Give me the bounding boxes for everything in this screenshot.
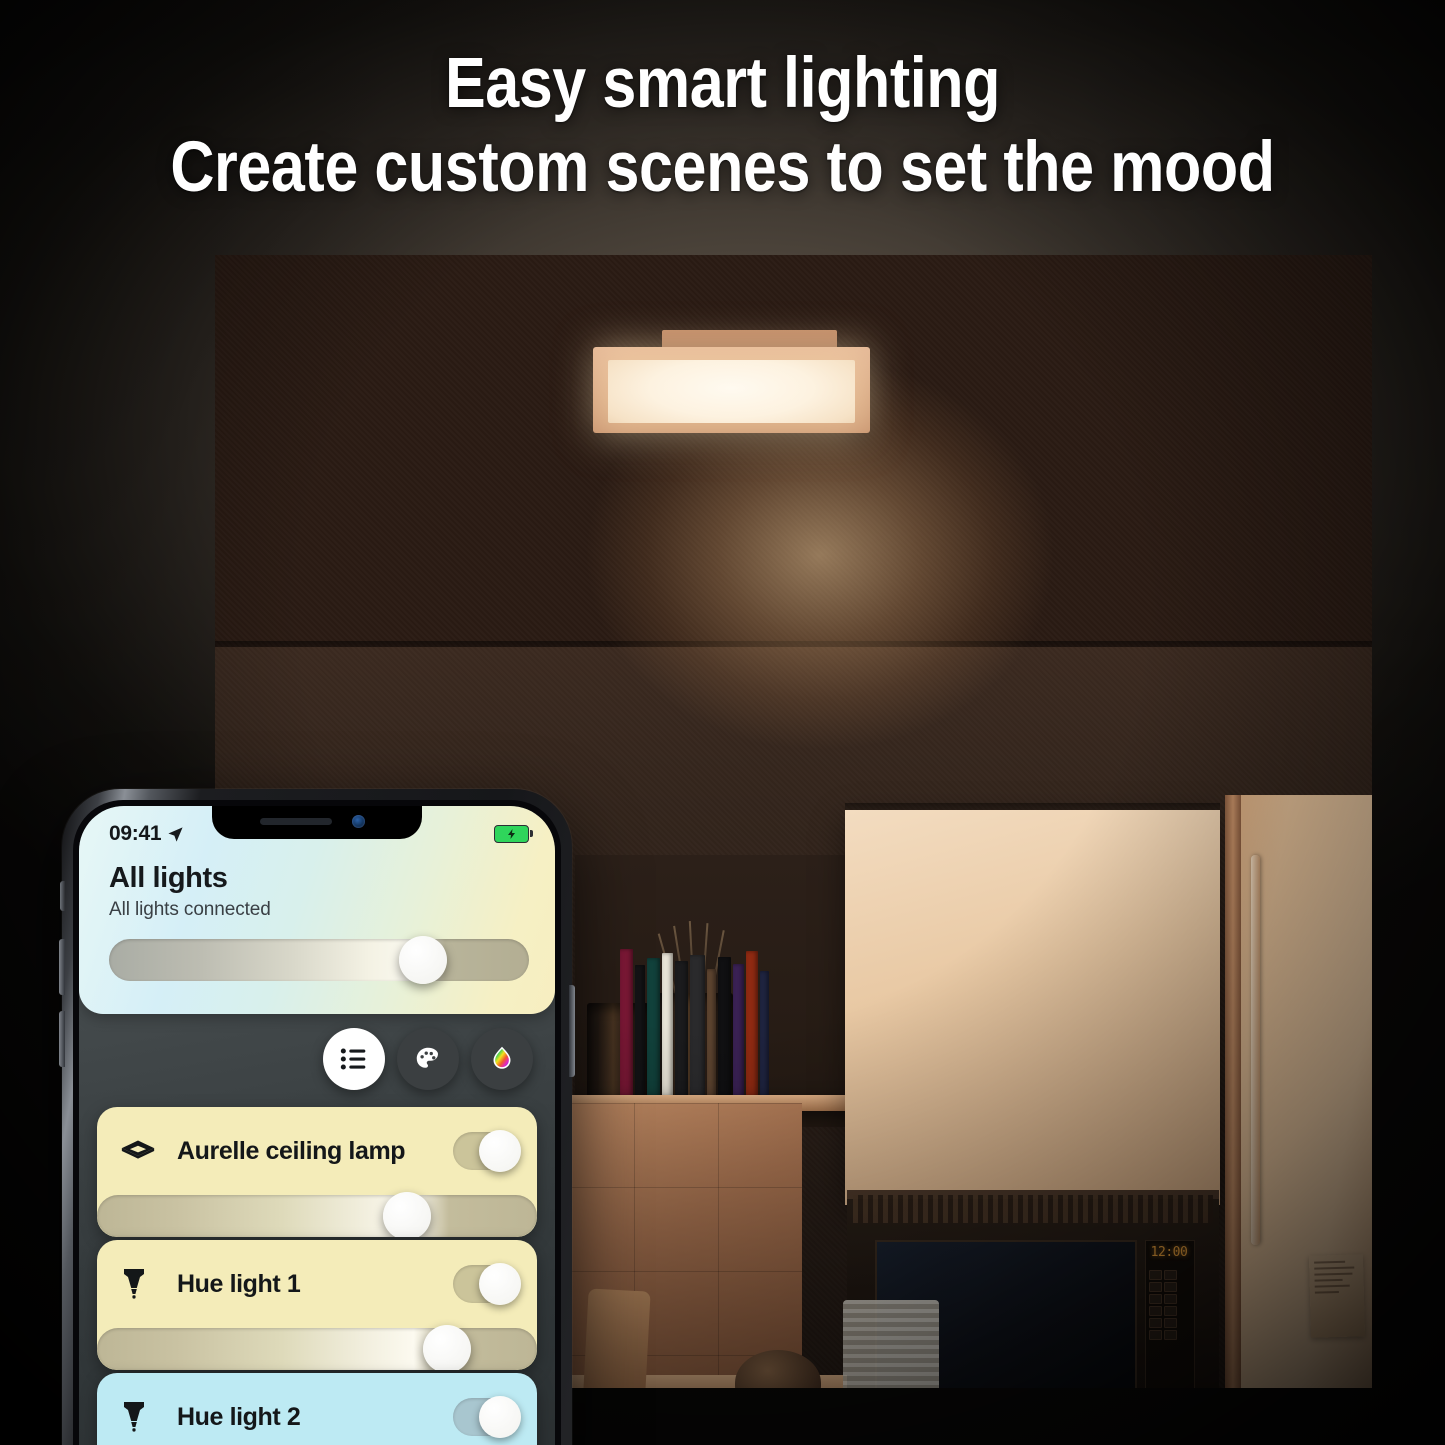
light-card-header: Hue light 2 — [97, 1373, 537, 1445]
light-toggle[interactable] — [453, 1396, 521, 1438]
microwave-key — [1164, 1282, 1177, 1292]
light-name: Aurelle ceiling lamp — [177, 1136, 406, 1165]
book — [707, 969, 716, 1097]
light-card-aurelle-ceiling-lamp[interactable]: Aurelle ceiling lamp — [97, 1107, 537, 1237]
volume-down-button[interactable] — [59, 1011, 65, 1067]
light-card-hue-light-1[interactable]: Hue light 1 — [97, 1240, 537, 1370]
bulb-spot-icon — [119, 1399, 163, 1435]
book — [675, 961, 688, 1097]
toggle-knob[interactable] — [479, 1263, 521, 1305]
headline-line-1: Easy smart lighting — [444, 44, 1001, 123]
toggle-knob[interactable] — [479, 1130, 521, 1172]
slider-knob[interactable] — [398, 936, 447, 984]
clock-label: 09:41 — [109, 822, 162, 845]
refrigerator-edge — [1225, 795, 1241, 1388]
note-line — [1314, 1260, 1345, 1264]
headline: Easy smart lighting Create custom scenes… — [0, 44, 1445, 208]
microwave-key — [1149, 1306, 1162, 1316]
light-brightness-slider[interactable] — [97, 1192, 537, 1237]
book — [746, 951, 758, 1097]
ceiling-panel-icon — [119, 1136, 163, 1166]
color-drop-icon — [487, 1044, 517, 1074]
palette-icon — [413, 1044, 443, 1074]
list-icon — [338, 1043, 370, 1075]
microwave-key — [1149, 1294, 1162, 1304]
battery-charging-icon — [494, 825, 533, 843]
note-line — [1314, 1290, 1340, 1294]
light-name: Hue light 2 — [177, 1402, 301, 1431]
cutting-board — [581, 1288, 651, 1388]
book — [718, 957, 731, 1097]
scenes-button[interactable] — [397, 1028, 459, 1090]
microwave-key — [1149, 1282, 1162, 1292]
book — [760, 971, 769, 1097]
microwave-key — [1164, 1330, 1177, 1340]
microwave-clock: 12:00 — [1150, 1245, 1188, 1260]
book — [620, 949, 633, 1097]
light-card-hue-light-2[interactable]: Hue light 2 — [97, 1373, 537, 1445]
book — [733, 964, 744, 1097]
phone-screen: All lights All lights connected 09:41 Au… — [79, 806, 555, 1445]
toggle-knob[interactable] — [479, 1396, 521, 1438]
status-bar-left: 09:41 — [109, 822, 184, 846]
light-name: Hue light 1 — [177, 1269, 301, 1298]
light-card-header: Aurelle ceiling lamp — [97, 1107, 537, 1195]
book — [635, 965, 645, 1097]
ceiling — [215, 255, 1372, 655]
stacked-plates — [843, 1300, 939, 1388]
book — [690, 955, 705, 1097]
note-line — [1314, 1266, 1355, 1270]
microwave-vent — [853, 1195, 1213, 1223]
slider-knob[interactable] — [422, 1325, 471, 1370]
bulb-spot-icon — [119, 1266, 163, 1302]
book-row — [620, 945, 769, 1097]
headline-line-2: Create custom scenes to set the mood — [170, 128, 1275, 208]
microwave-keypad — [1149, 1270, 1189, 1340]
light-card-header: Hue light 1 — [97, 1240, 537, 1328]
all-lights-subtitle: All lights connected — [109, 899, 271, 920]
microwave-key — [1149, 1270, 1162, 1280]
light-toggle[interactable] — [453, 1263, 521, 1305]
power-button[interactable] — [569, 985, 575, 1077]
smartphone-mockup: All lights All lights connected 09:41 Au… — [59, 789, 575, 1445]
ceiling-lamp-panel — [608, 360, 855, 423]
mute-switch-button[interactable] — [60, 881, 65, 911]
all-lights-brightness-slider[interactable] — [109, 936, 529, 984]
mode-button-row — [323, 1028, 533, 1090]
ceiling-texture — [215, 255, 1372, 655]
all-lights-title: All lights — [109, 862, 228, 894]
promo-banner: 12:00 Easy smart lighting Create custom … — [0, 0, 1445, 1445]
list-view-button[interactable] — [323, 1028, 385, 1090]
note-line — [1314, 1278, 1343, 1282]
microwave-key — [1164, 1294, 1177, 1304]
microwave-key — [1164, 1270, 1177, 1280]
microwave-key — [1149, 1330, 1162, 1340]
refrigerator-handle — [1251, 855, 1260, 1245]
volume-up-button[interactable] — [59, 939, 65, 995]
slider-knob[interactable] — [383, 1192, 431, 1237]
upper-cabinet — [845, 810, 1220, 1205]
note-line — [1314, 1272, 1353, 1276]
light-toggle[interactable] — [453, 1130, 521, 1172]
microwave-key — [1149, 1318, 1162, 1328]
microwave-key — [1164, 1306, 1177, 1316]
note-line — [1314, 1284, 1350, 1288]
light-brightness-slider[interactable] — [97, 1325, 537, 1370]
fridge-note — [1308, 1254, 1366, 1338]
color-picker-button[interactable] — [471, 1028, 533, 1090]
microwave-key — [1164, 1318, 1177, 1328]
location-arrow-icon — [167, 826, 184, 843]
book — [647, 958, 660, 1097]
status-bar: 09:41 — [79, 806, 555, 856]
book — [662, 953, 673, 1097]
